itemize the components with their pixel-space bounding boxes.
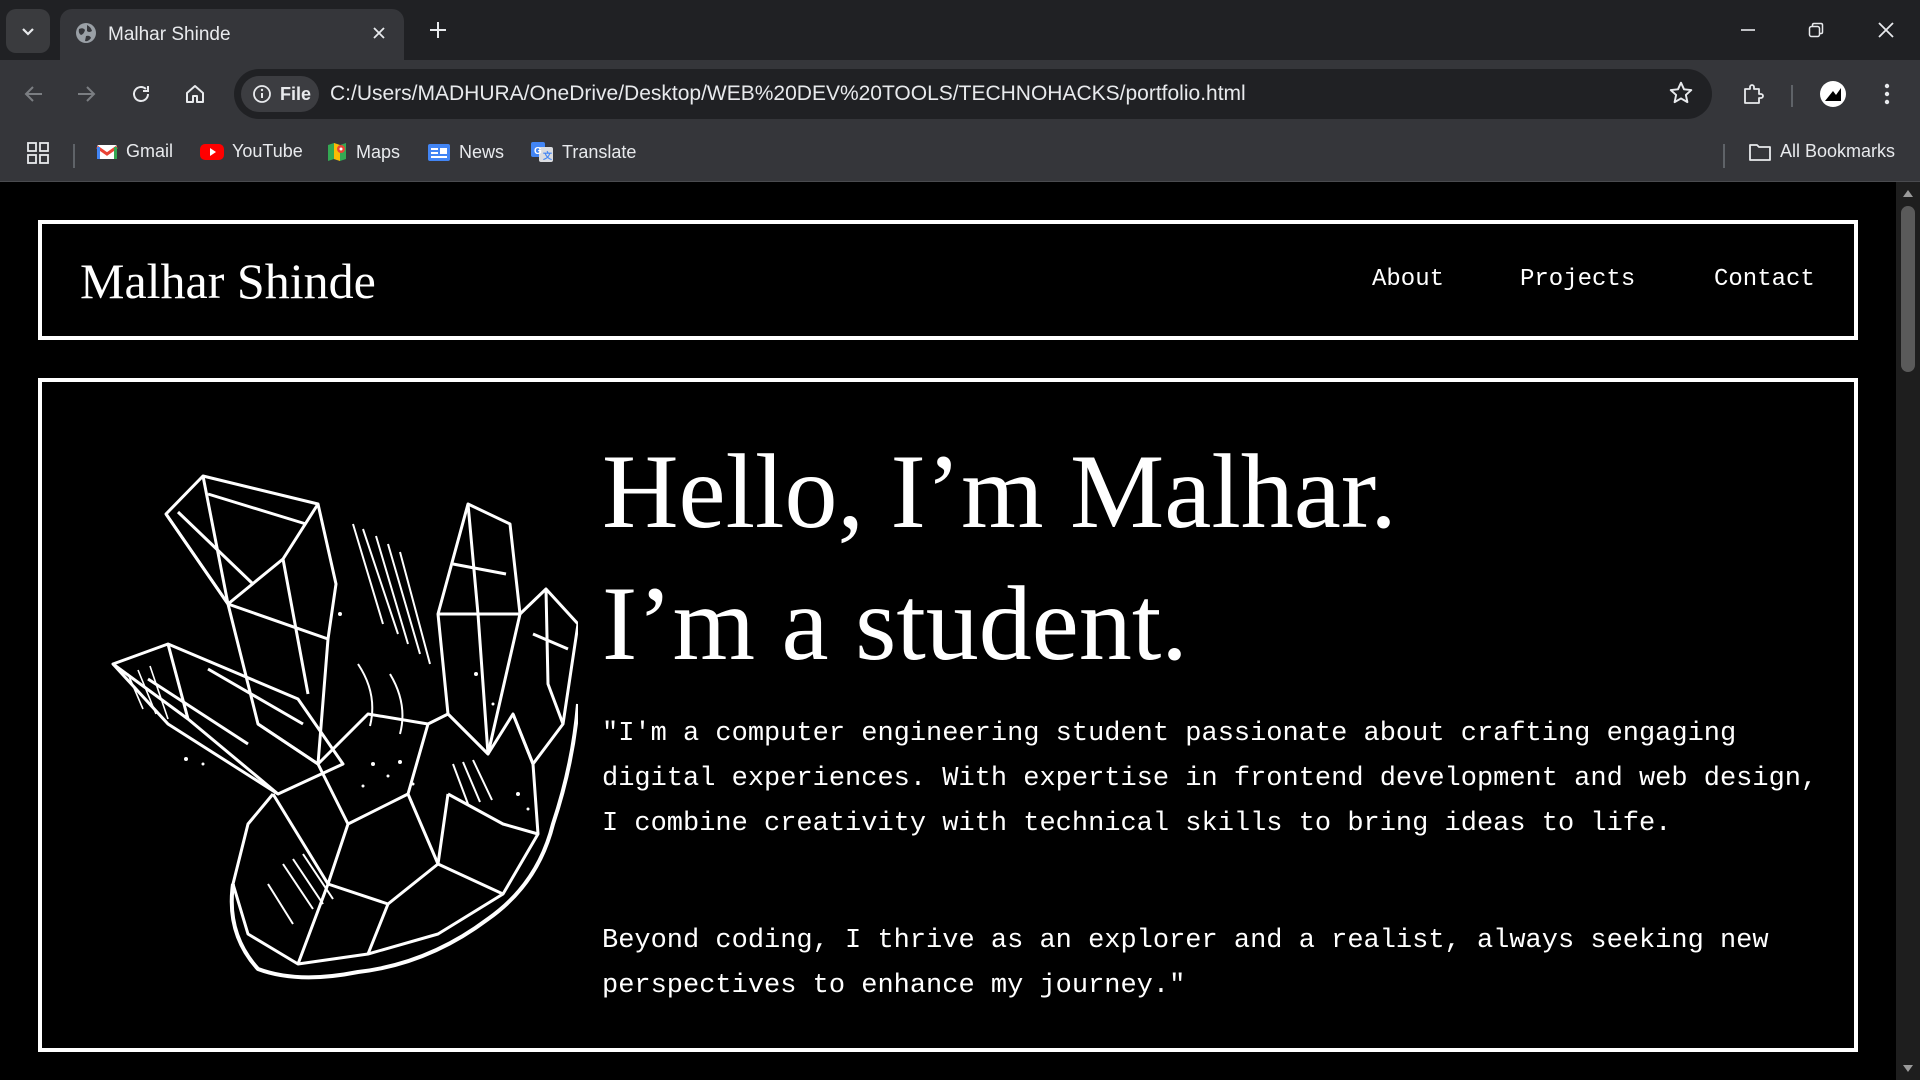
bookmark-gmail[interactable]: Gmail: [96, 141, 173, 162]
svg-text:G: G: [534, 146, 542, 157]
toolbar-divider: [1791, 85, 1793, 107]
extensions-button[interactable]: [1733, 74, 1773, 114]
browser-toolbar: File C:/Users/MADHURA/OneDrive/Desktop/W…: [0, 60, 1920, 128]
crystal-illustration: [111, 474, 578, 980]
bookmarks-bar: Gmail YouTube Maps News G文 Translate All…: [0, 128, 1920, 182]
page-scrollbar[interactable]: [1896, 182, 1920, 1080]
bookmarks-divider: [1723, 144, 1725, 168]
address-bar[interactable]: File C:/Users/MADHURA/OneDrive/Desktop/W…: [234, 69, 1712, 119]
browser-tab[interactable]: Malhar Shinde: [60, 9, 404, 60]
hero-section: Hello, I’m Malhar. I’m a student. "I'm a…: [38, 378, 1858, 1052]
bookmark-label: YouTube: [232, 141, 303, 161]
bookmark-news[interactable]: News: [427, 141, 504, 163]
restore-button[interactable]: [1782, 0, 1850, 60]
restore-icon: [1808, 22, 1824, 38]
chevron-down-icon: [22, 28, 34, 36]
svg-text:文: 文: [542, 150, 553, 161]
url-text[interactable]: C:/Users/MADHURA/OneDrive/Desktop/WEB%20…: [330, 82, 1246, 106]
maps-icon: [328, 143, 346, 161]
kebab-menu-icon: [1884, 83, 1890, 105]
nav-about[interactable]: About: [1372, 266, 1444, 293]
reload-button[interactable]: [121, 74, 161, 114]
folder-icon: [1749, 143, 1771, 161]
bookmark-translate[interactable]: G文 Translate: [530, 141, 636, 163]
tab-close-button[interactable]: [366, 20, 392, 46]
globe-icon: [76, 23, 96, 43]
bookmarks-divider: [73, 144, 75, 168]
plus-icon: [430, 22, 446, 38]
hero-paragraph-outro: Beyond coding, I thrive as an explorer a…: [602, 926, 1769, 1001]
hero-paragraph-intro: "I'm a computer engineering student pass…: [602, 719, 1818, 839]
apps-button[interactable]: [26, 141, 50, 165]
all-bookmarks-label: All Bookmarks: [1780, 141, 1896, 161]
menu-button[interactable]: [1867, 74, 1907, 114]
minimize-button[interactable]: [1714, 0, 1782, 60]
minimize-icon: [1741, 29, 1755, 31]
bookmark-maps[interactable]: Maps: [326, 141, 400, 163]
reload-icon: [133, 86, 149, 102]
tab-title: Malhar Shinde: [108, 24, 231, 45]
bookmark-label: News: [459, 141, 505, 162]
bookmark-label: Gmail: [126, 141, 174, 161]
scroll-down-arrow[interactable]: [1903, 1065, 1913, 1072]
gmail-icon: [96, 144, 118, 159]
close-window-button[interactable]: [1852, 0, 1920, 60]
home-button[interactable]: [175, 74, 215, 114]
arrow-right-icon: [78, 86, 96, 102]
new-tab-button[interactable]: [423, 15, 453, 45]
news-icon: [428, 144, 450, 161]
youtube-icon: [200, 143, 224, 160]
bookmark-youtube[interactable]: YouTube: [200, 141, 303, 162]
puzzle-icon: [1744, 84, 1764, 104]
bookmark-star-icon[interactable]: [1668, 80, 1694, 106]
back-button[interactable]: [14, 74, 54, 114]
home-icon: [186, 85, 204, 103]
profile-button[interactable]: [1813, 74, 1853, 114]
info-icon: [253, 85, 271, 103]
close-icon: [373, 27, 385, 39]
site-brand[interactable]: Malhar Shinde: [80, 252, 376, 310]
hero-heading: Hello, I’m Malhar. I’m a student.: [602, 426, 1397, 690]
bookmark-label: Translate: [562, 141, 637, 162]
hero-heading-line2: I’m a student.: [602, 565, 1188, 682]
arrow-left-icon: [24, 86, 42, 102]
bookmark-label: Maps: [356, 141, 401, 162]
tab-search-button[interactable]: [6, 9, 50, 53]
all-bookmarks-button[interactable]: All Bookmarks: [1748, 141, 1895, 162]
apps-grid-icon: [27, 142, 49, 164]
close-icon: [1878, 22, 1894, 38]
translate-icon: G文: [531, 142, 553, 162]
scroll-thumb[interactable]: [1901, 206, 1915, 372]
site-chip-label: File: [280, 83, 312, 104]
avatar: [1820, 81, 1846, 107]
page-viewport: Malhar Shinde About Projects Contact Hel…: [0, 182, 1896, 1080]
site-info-chip[interactable]: File: [241, 76, 319, 112]
site-header: Malhar Shinde About Projects Contact: [38, 220, 1858, 340]
forward-button[interactable]: [66, 74, 106, 114]
scroll-up-arrow[interactable]: [1903, 190, 1913, 197]
tab-strip: Malhar Shinde: [0, 0, 1920, 60]
hero-heading-line1: Hello, I’m Malhar.: [602, 433, 1397, 550]
nav-projects[interactable]: Projects: [1520, 266, 1635, 293]
nav-contact[interactable]: Contact: [1714, 266, 1815, 293]
